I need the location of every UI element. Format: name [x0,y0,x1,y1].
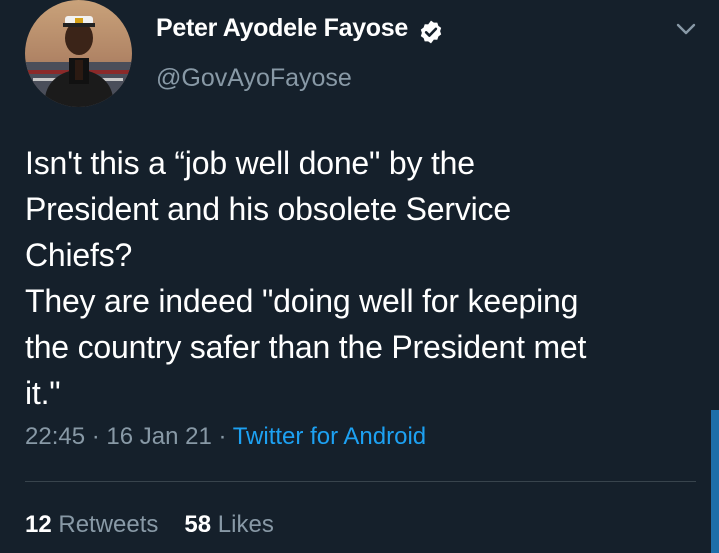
retweets-label: Retweets [58,511,159,538]
tweet-line: the country safer than the President met [25,329,587,365]
tweet-time: 22:45 [25,423,86,450]
retweets-count: 12 [25,511,52,538]
avatar-photo [25,0,132,107]
tweet-date: 16 Jan 21 [106,423,212,450]
tweet-line: President and his obsolete Service [25,191,511,227]
divider [25,481,696,482]
scrollbar-thumb[interactable] [711,410,719,553]
meta-separator: · [211,423,233,450]
likes-count: 58 [184,511,212,538]
tweet-line: it." [25,375,61,411]
tweet-text: Isn't this a “job well done" by the Pres… [25,140,705,416]
tweet-line: They are indeed "doing well for keeping [25,283,579,319]
avatar[interactable] [25,0,132,107]
tweet-line: Isn't this a “job well done" by the [25,145,475,181]
display-name[interactable]: Peter Ayodele Fayose [156,14,408,43]
meta-separator: · [85,423,107,450]
tweet-line: Chiefs? [25,237,133,273]
chevron-down-icon[interactable] [676,22,696,36]
user-handle[interactable]: @GovAyoFayose [156,64,352,93]
verified-badge-icon [420,20,442,44]
likes-label: Likes [217,511,274,538]
retweets-stat[interactable]: 12 Retweets [25,511,158,538]
tweet-source-link[interactable]: Twitter for Android [233,423,426,450]
likes-stat[interactable]: 58 Likes [184,511,273,538]
tweet-meta: 22:45 · 16 Jan 21 · Twitter for Android [25,423,426,451]
tweet-stats: 12 Retweets 58 Likes [25,511,274,539]
